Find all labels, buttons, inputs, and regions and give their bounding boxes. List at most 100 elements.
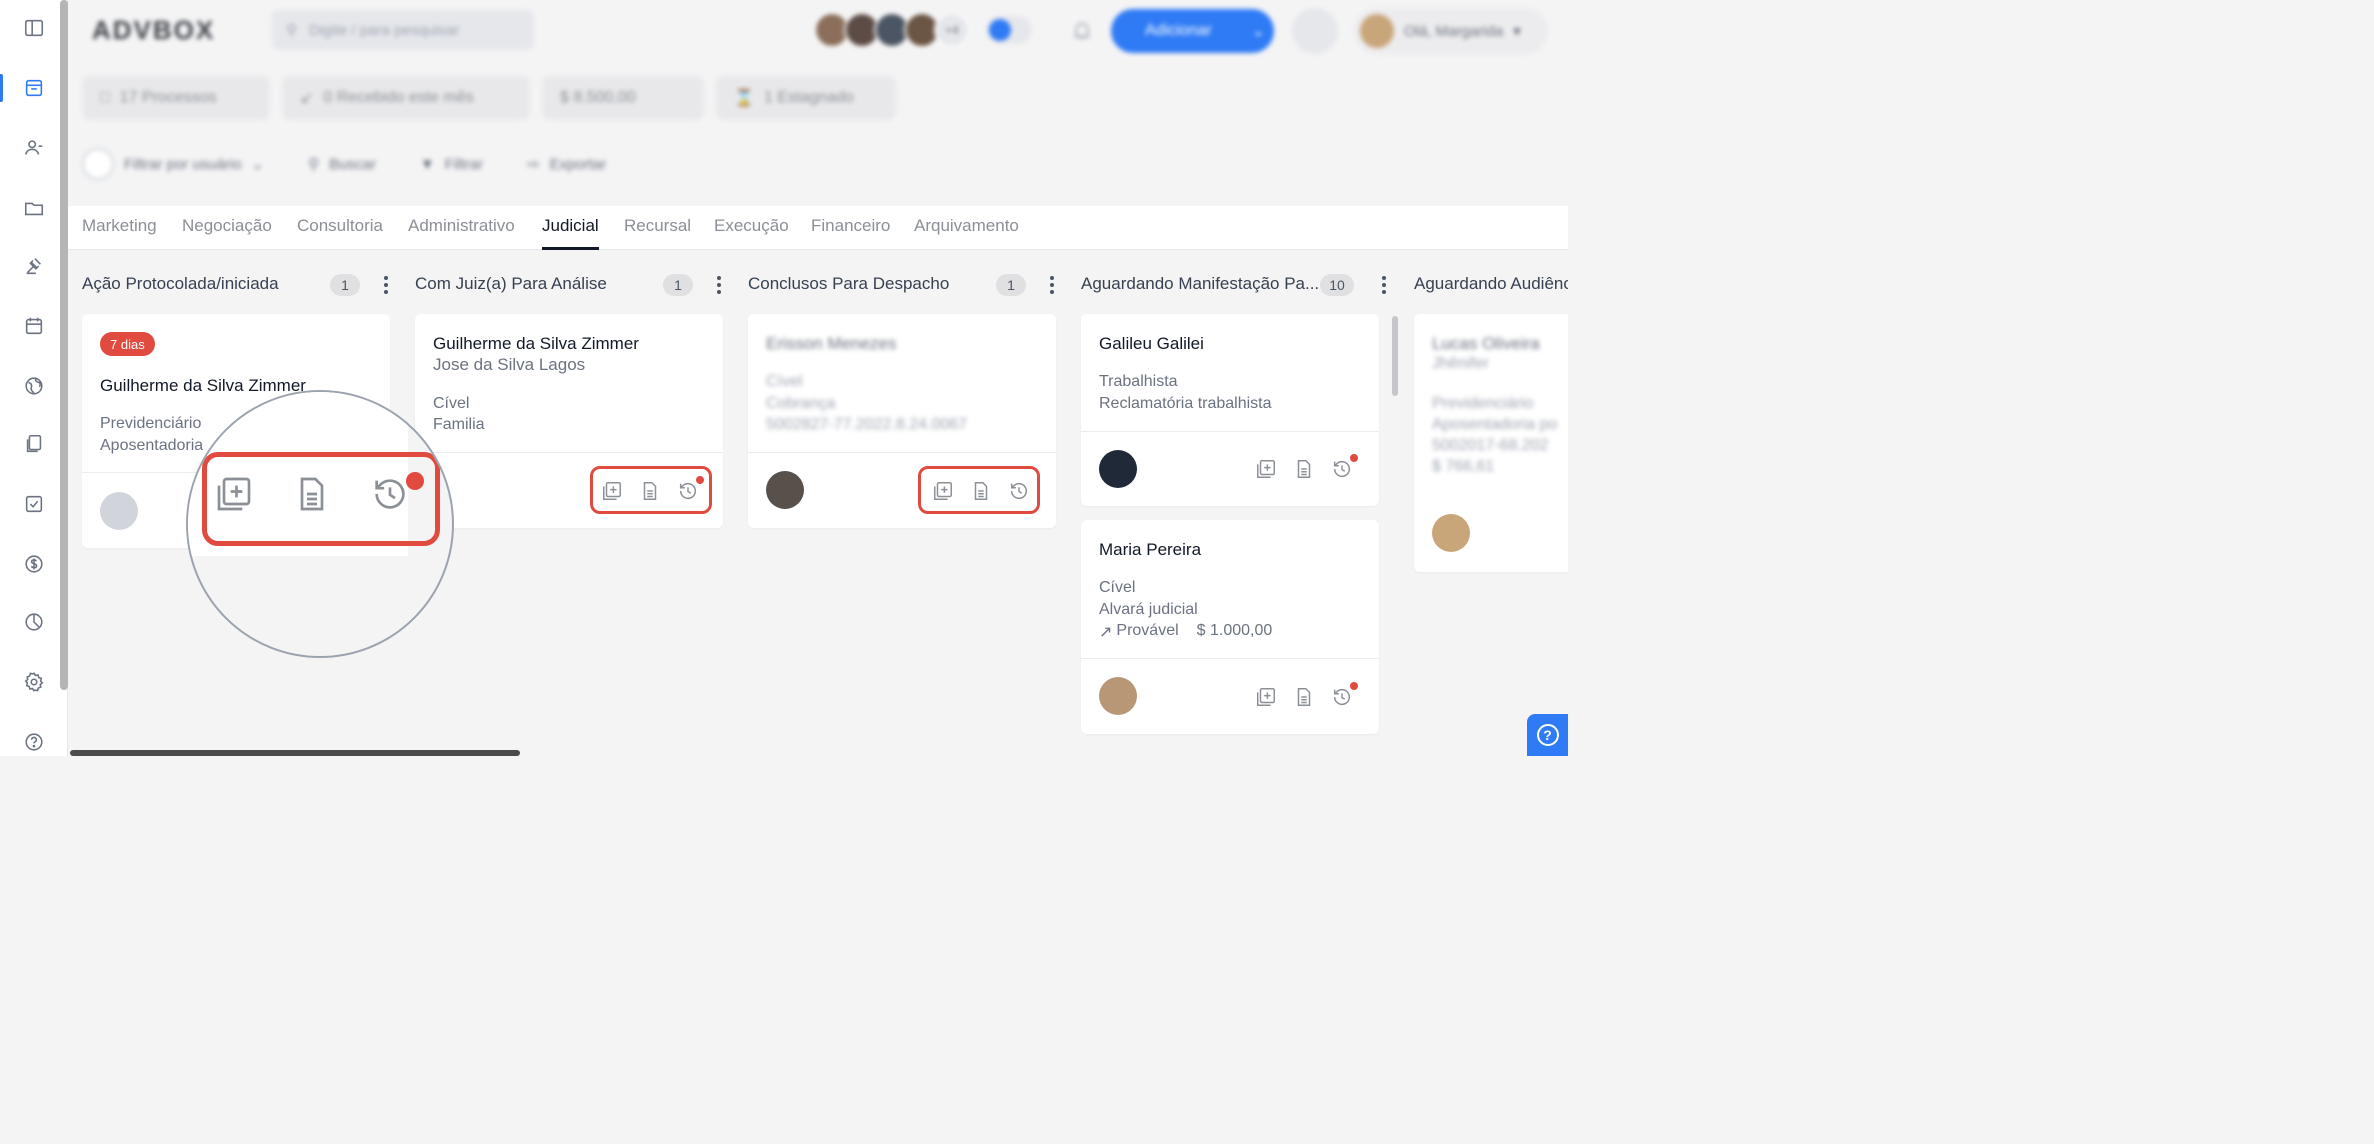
avatar: [82, 148, 114, 180]
card-action-type: Cobrança: [766, 395, 836, 412]
sidebar-board-icon[interactable]: [0, 66, 68, 110]
top-bar: ADVBOX ⚲ Digite / para pesquisar +4 Adic…: [68, 0, 1568, 64]
avatar[interactable]: [766, 471, 804, 509]
help-button[interactable]: ?: [1527, 714, 1568, 756]
sidebar-contacts-icon[interactable]: [0, 126, 68, 170]
tab-recursal[interactable]: Recursal: [624, 216, 691, 250]
sidebar-scrollbar[interactable]: [60, 0, 68, 690]
chevron-down-icon: ▾: [1513, 23, 1521, 40]
add-task-icon[interactable]: [1255, 458, 1277, 480]
user-filter[interactable]: Filtrar por usuário ⌄: [82, 148, 264, 180]
process-card[interactable]: Erisson Menezes Cível Cobrança 5002827-7…: [748, 314, 1056, 528]
column-scrollbar[interactable]: [1392, 316, 1398, 396]
filter-label: Filtrar: [444, 155, 483, 173]
tab-execucao[interactable]: Execução: [714, 216, 789, 250]
sidebar-documents-icon[interactable]: [0, 422, 68, 466]
sidebar-settings-icon[interactable]: [0, 660, 68, 704]
card-action-type: Alvará judicial: [1099, 601, 1198, 618]
theme-toggle[interactable]: [986, 16, 1032, 44]
avatars-more[interactable]: +4: [934, 12, 970, 48]
export-icon: ⇨: [527, 156, 540, 173]
sidebar-globe-icon[interactable]: [0, 364, 68, 408]
bell-icon[interactable]: [1071, 18, 1093, 42]
folder-icon: □: [100, 89, 110, 106]
board-horizontal-scrollbar[interactable]: [70, 750, 520, 756]
column-count: 1: [996, 274, 1026, 296]
sidebar-finance-icon[interactable]: [0, 542, 68, 586]
tab-arquivamento[interactable]: Arquivamento: [914, 216, 1019, 250]
sidebar-layout-icon[interactable]: [0, 6, 68, 50]
avatar[interactable]: [1099, 450, 1137, 488]
document-icon[interactable]: [1293, 686, 1315, 708]
stat-amount[interactable]: $ 8.500,00: [542, 76, 704, 120]
highlight-frame: [918, 466, 1040, 514]
history-icon[interactable]: [1331, 454, 1358, 480]
avatar[interactable]: [100, 492, 138, 530]
sidebar-tasks-icon[interactable]: [0, 482, 68, 526]
column-menu-icon[interactable]: [1382, 276, 1386, 294]
magnifier-callout: [186, 390, 454, 658]
card-client-name: Galileu Galilei: [1099, 334, 1204, 353]
add-task-icon[interactable]: [1255, 686, 1277, 708]
document-icon[interactable]: [1293, 458, 1315, 480]
sidebar-reports-icon[interactable]: [0, 600, 68, 644]
search-button[interactable]: ⚲ Buscar: [308, 155, 376, 174]
process-card[interactable]: Maria Pereira Cível Alvará judicial ↗ Pr…: [1081, 520, 1379, 734]
stat-received[interactable]: ↙ 0 Recebido este mês: [282, 76, 530, 120]
tab-marketing[interactable]: Marketing: [82, 216, 157, 250]
avatar: [1360, 14, 1394, 48]
tab-financeiro[interactable]: Financeiro: [811, 216, 890, 250]
tab-consultoria[interactable]: Consultoria: [297, 216, 383, 250]
search-label: Buscar: [329, 155, 376, 173]
export-button[interactable]: ⇨ Exportar: [527, 155, 606, 174]
avatar[interactable]: [1432, 514, 1470, 552]
avatar[interactable]: [1099, 677, 1137, 715]
process-card[interactable]: Lucas Oliveira Jhênifer Previdenciário A…: [1414, 314, 1568, 572]
sidebar-calendar-icon[interactable]: [0, 304, 68, 348]
card-value: $ 766,61: [1432, 458, 1495, 475]
tab-judicial[interactable]: Judicial: [542, 216, 599, 250]
card-process-number: 5002827-77.2022.8.24.0067: [766, 416, 968, 433]
add-task-icon: [217, 477, 251, 511]
column-count: 1: [663, 274, 693, 296]
card-outcome-row: ↗ Provável $ 1.000,00: [1099, 622, 1272, 642]
card-actions: [1255, 682, 1358, 708]
stat-stagnant[interactable]: ⌛ 1 Estagnado: [716, 76, 896, 120]
card-client-name: Maria Pereira: [1099, 540, 1202, 559]
column-title: Com Juiz(a) Para Análise: [415, 274, 607, 293]
card-actions: [1255, 454, 1358, 480]
chevron-down-icon: ⌄: [1251, 23, 1266, 40]
add-button-label: Adicionar: [1145, 22, 1212, 39]
user-menu[interactable]: Olá, Margarida ▾: [1354, 8, 1548, 54]
card-area: Previdenciário: [1432, 395, 1534, 412]
process-card[interactable]: Guilherme da Silva Zimmer Jose da Silva …: [415, 314, 723, 528]
column-title: Ação Protocolada/iniciada: [82, 274, 279, 293]
column-title: Aguardando Audiênc: [1414, 274, 1568, 293]
filter-button[interactable]: ▼ Filtrar: [420, 156, 483, 173]
search-input[interactable]: ⚲ Digite / para pesquisar: [272, 10, 534, 50]
stat-processes[interactable]: □ 17 Processos: [82, 76, 270, 120]
card-process-number: 5002017-68.202: [1432, 437, 1549, 454]
sidebar: [0, 0, 68, 756]
shield-icon[interactable]: [1292, 8, 1338, 54]
tab-negociacao[interactable]: Negociação: [182, 216, 272, 250]
column-menu-icon[interactable]: [1050, 276, 1054, 294]
column-menu-icon[interactable]: [384, 276, 388, 294]
team-avatars[interactable]: +4: [814, 12, 970, 48]
stat-label: 1 Estagnado: [763, 89, 854, 106]
sidebar-gavel-icon[interactable]: [0, 244, 68, 288]
column-menu-icon[interactable]: [717, 276, 721, 294]
history-icon[interactable]: [1331, 682, 1358, 708]
card-action-type: Reclamatória trabalhista: [1099, 395, 1272, 412]
process-card[interactable]: Galileu Galilei Trabalhista Reclamatória…: [1081, 314, 1379, 506]
card-client-name: Lucas Oliveira: [1432, 334, 1540, 353]
sidebar-help-icon[interactable]: [0, 720, 68, 764]
stat-label: 17 Processos: [119, 89, 217, 106]
sidebar-folder-icon[interactable]: [0, 186, 68, 230]
add-button[interactable]: Adicionar ⌄: [1111, 9, 1274, 53]
trend-icon: ↗: [1099, 624, 1113, 641]
stats-bar: □ 17 Processos ↙ 0 Recebido este mês $ 8.5…: [82, 76, 896, 120]
tab-administrativo[interactable]: Administrativo: [408, 216, 515, 250]
chevron-down-icon: ⌄: [251, 156, 265, 173]
card-client-name: Erisson Menezes: [766, 334, 897, 353]
